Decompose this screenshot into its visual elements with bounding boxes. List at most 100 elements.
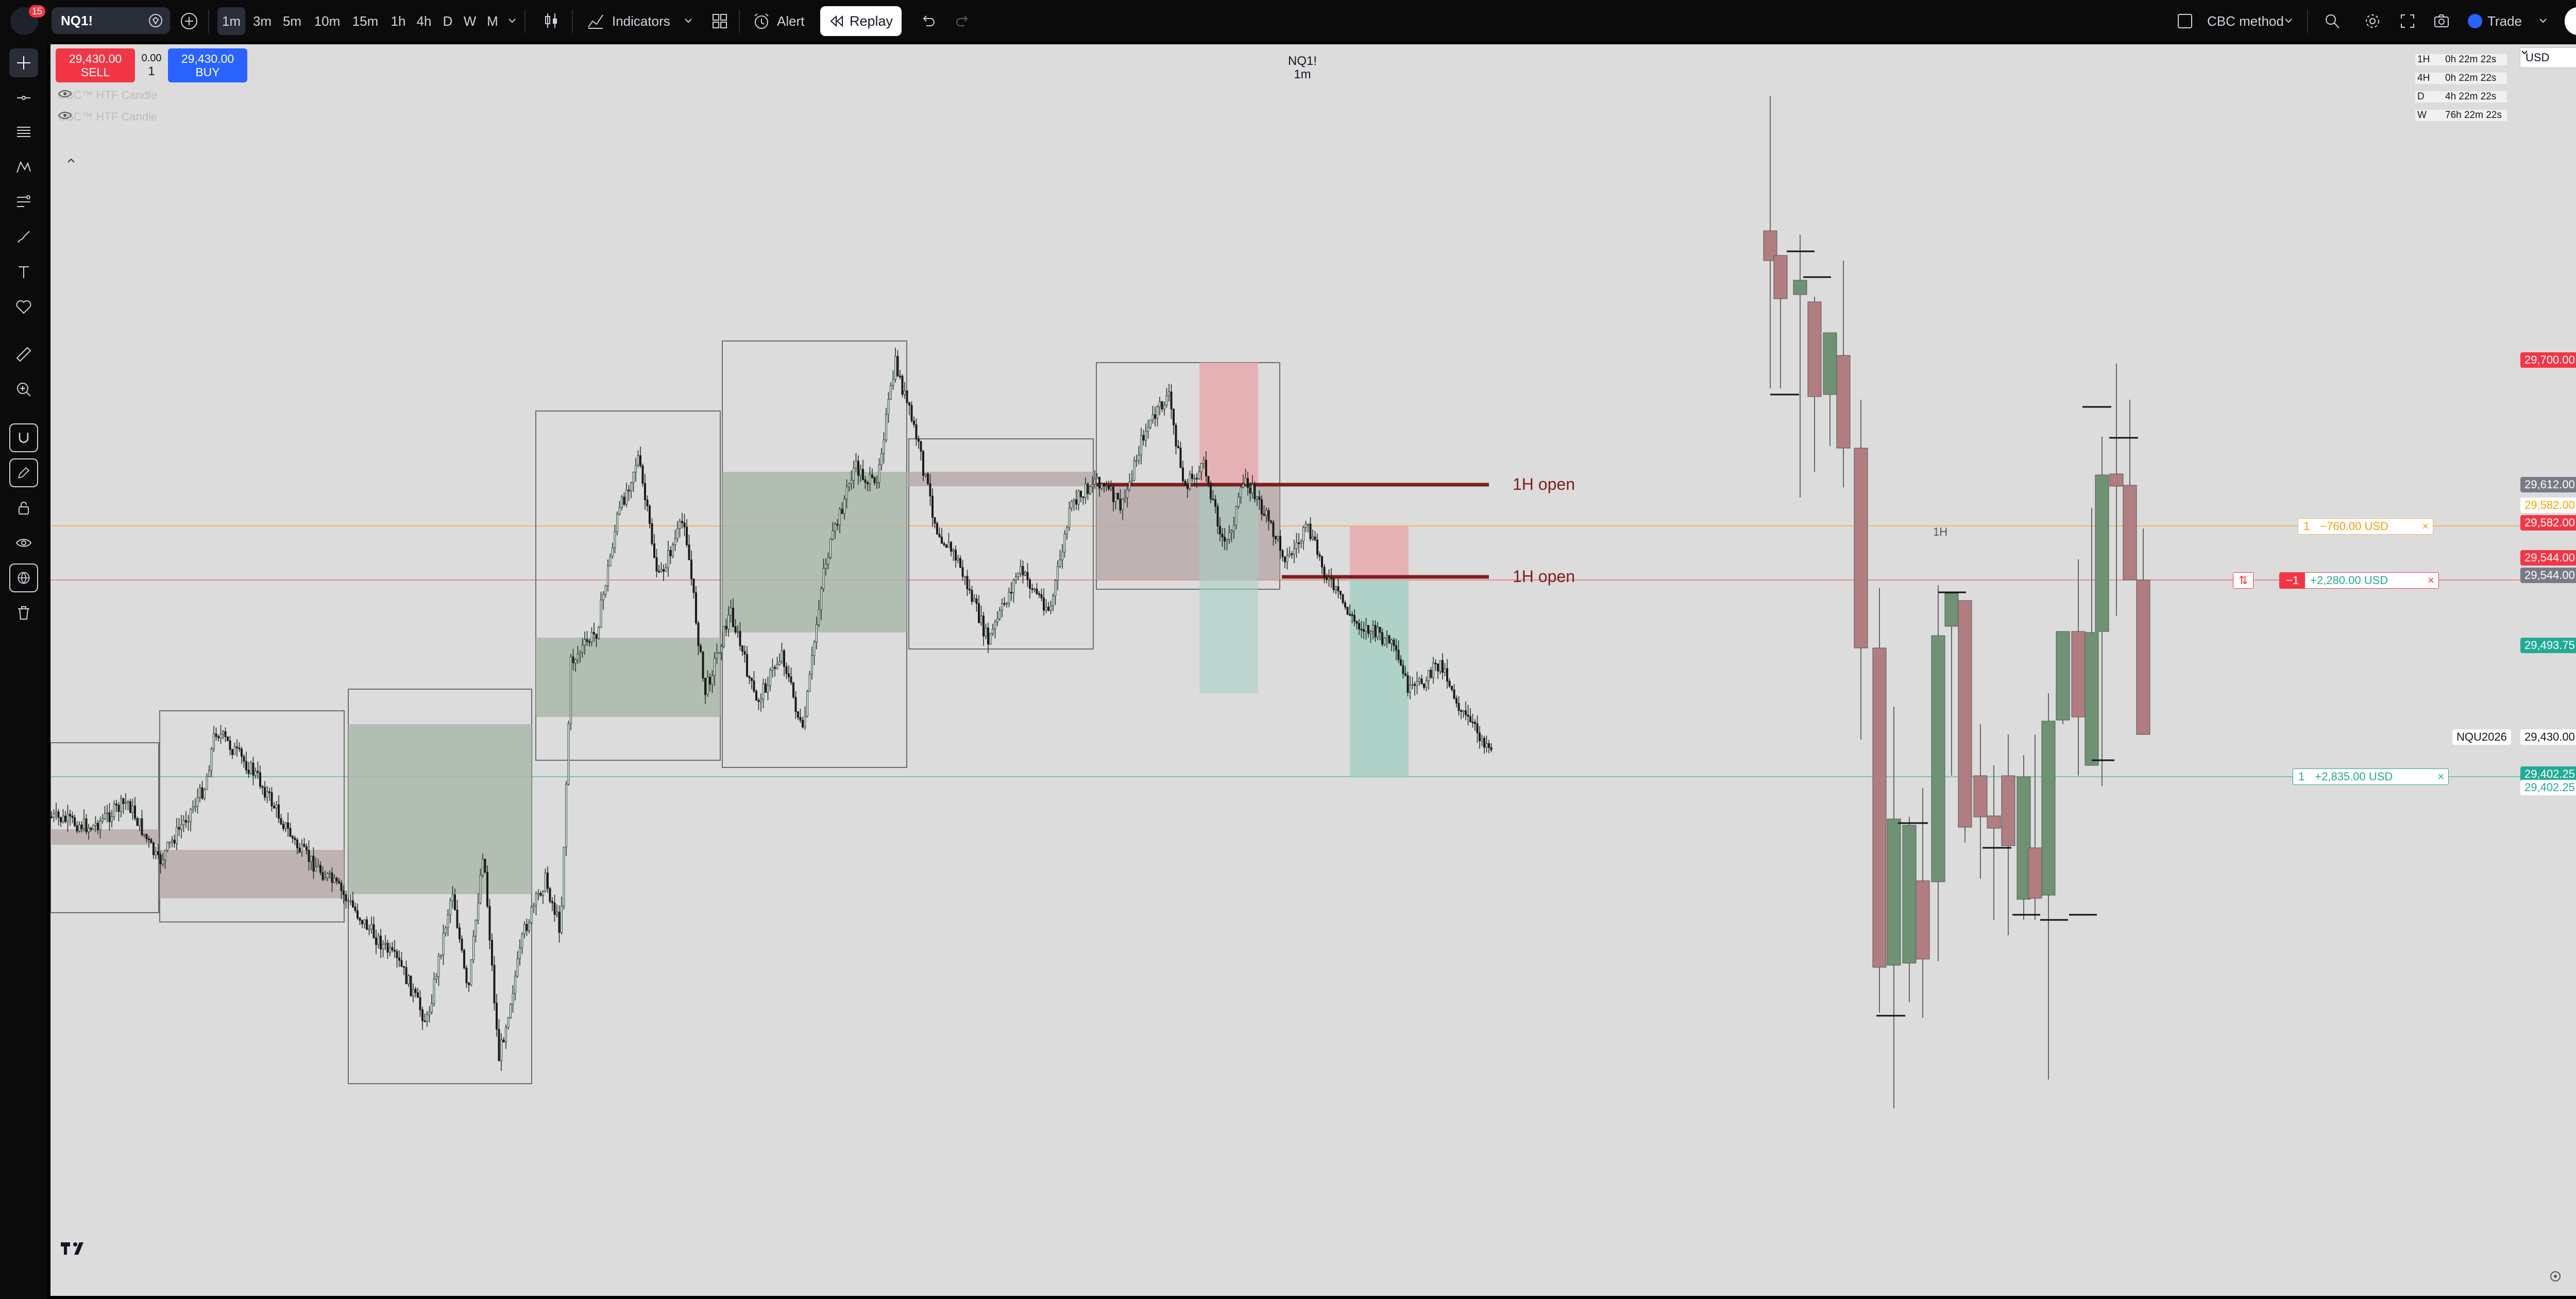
order-label-target[interactable]: 1 +2,835.00 USD × [2293,768,2449,785]
collapse-legend-icon[interactable] [66,156,76,166]
candle-body [408,976,410,984]
order-label-stop[interactable]: 1 −760.00 USD × [2298,518,2434,535]
short-target-zone[interactable] [1199,484,1258,693]
timeframe-3m[interactable]: 3m [248,7,276,35]
crosshair-tool[interactable] [9,48,38,77]
timeframe-5m[interactable]: 5m [278,7,306,35]
candle-body [117,805,120,812]
timeframe-m[interactable]: M [482,7,503,35]
short-stop-zone[interactable] [1350,526,1409,580]
add-symbol-icon[interactable] [180,12,198,30]
trade-button[interactable]: Trade [2468,0,2522,42]
zoom-tool[interactable] [9,375,38,404]
user-avatar[interactable]: 15 [10,5,45,35]
countdown-row: 4H 0h 22m 22s [2415,69,2507,88]
layout-name[interactable]: CBC method [2207,0,2284,42]
short-stop-zone[interactable] [1199,363,1258,484]
timeframe-d[interactable]: D [439,7,456,35]
candle-body [1003,603,1006,605]
candle-body [834,524,836,532]
reverse-position-button[interactable]: ⇅ [2233,572,2254,589]
diamond-icon[interactable] [148,13,163,28]
candle-body [1414,684,1416,686]
brush-tool[interactable] [9,223,38,251]
stay-drawing-tool[interactable] [9,458,38,487]
close-icon[interactable]: × [2433,769,2448,784]
quick-search-icon[interactable] [2324,12,2341,30]
candle-body [579,652,581,655]
candle-body [1298,542,1300,544]
timeframe-10m[interactable]: 10m [309,7,345,35]
candle-body [1052,595,1054,607]
text-tool[interactable] [9,258,38,286]
close-icon[interactable]: × [2424,573,2438,588]
camera-icon[interactable] [2433,12,2450,30]
quantity-display[interactable]: 0.00 1 [138,48,165,82]
candle-body [1279,536,1281,551]
publish-button[interactable]: Publish [2565,7,2576,35]
candle-body [1212,499,1214,501]
candle-body [1355,621,1358,624]
timeframe-1m[interactable]: 1m [217,7,245,35]
chevron-down-icon[interactable] [2283,15,2294,26]
tradingview-logo-icon[interactable] [60,1239,91,1257]
indicator-legend-row[interactable]: CBC™ HTF Candle [58,89,157,102]
candle-body [586,639,588,642]
price-label: 29,430.00 [2520,729,2576,745]
short-target-zone[interactable] [1350,580,1409,777]
trend-line-tool[interactable] [9,83,38,112]
chevron-down-icon[interactable] [507,15,517,26]
alert-button[interactable]: Alert [752,0,804,42]
forecast-tool[interactable] [9,187,38,216]
symbol-search[interactable]: NQ1! [52,7,170,34]
candle-body [1460,710,1462,712]
chart-pane[interactable]: 1H open 1H open 1H 29,430.00 SELL 0.00 1… [50,44,2576,1296]
close-icon[interactable]: × [2418,519,2433,534]
fullscreen-icon[interactable] [2399,12,2416,30]
timeframe-w[interactable]: W [460,7,480,35]
candle-body [182,820,185,825]
candle-body [120,798,122,812]
lock-tool[interactable] [9,493,38,522]
timeframe-1h[interactable]: 1h [386,7,410,35]
position-label[interactable]: −1 +2,280.00 USD × [2279,572,2439,589]
ruler-tool[interactable] [9,340,38,369]
eye-icon[interactable] [58,110,72,121]
fib-tool[interactable] [9,117,38,146]
chevron-down-icon[interactable] [683,15,693,26]
chart-settings-icon[interactable] [2548,1269,2563,1284]
candle-body [644,483,646,500]
chart-canvas[interactable] [50,44,2576,1296]
price-label: 29,544.00 [2520,568,2576,583]
indicator-legend-row[interactable]: CBC™ HTF Candle [58,110,157,124]
chevron-down-icon[interactable] [2538,15,2548,26]
redo-icon[interactable] [954,12,972,30]
replay-button[interactable]: Replay [820,6,902,36]
candle-body [127,801,129,803]
timeframe-4h[interactable]: 4h [412,7,436,35]
buy-button[interactable]: 29,430.00 BUY [168,48,247,82]
magnet-tool[interactable] [9,423,38,452]
timeframe-15m[interactable]: 15m [347,7,383,35]
currency-select[interactable]: USD [2520,47,2576,68]
favorites-tool[interactable] [9,293,38,321]
sync-drawings-tool[interactable] [9,563,38,592]
candle-body [1377,626,1379,638]
candle-body [1372,625,1374,632]
indicators-button[interactable]: Indicators [586,0,670,42]
candle-body [111,816,113,822]
undo-icon[interactable] [919,12,937,30]
candle-body [1077,490,1080,505]
hide-tool[interactable] [9,528,38,557]
candle-body [1323,567,1326,578]
candles-icon[interactable] [542,11,561,30]
gear-icon[interactable] [2364,12,2381,30]
sell-button[interactable]: 29,430.00 SELL [56,48,135,82]
eye-icon[interactable] [58,89,72,99]
htf-body-green [348,724,532,894]
countdown-value: 0h 22m 22s [2442,73,2507,84]
layout-checkbox-icon[interactable] [2176,12,2194,30]
pattern-tool[interactable] [9,152,38,181]
layouts-grid-icon[interactable] [711,12,728,30]
remove-drawings-tool[interactable] [9,599,38,627]
